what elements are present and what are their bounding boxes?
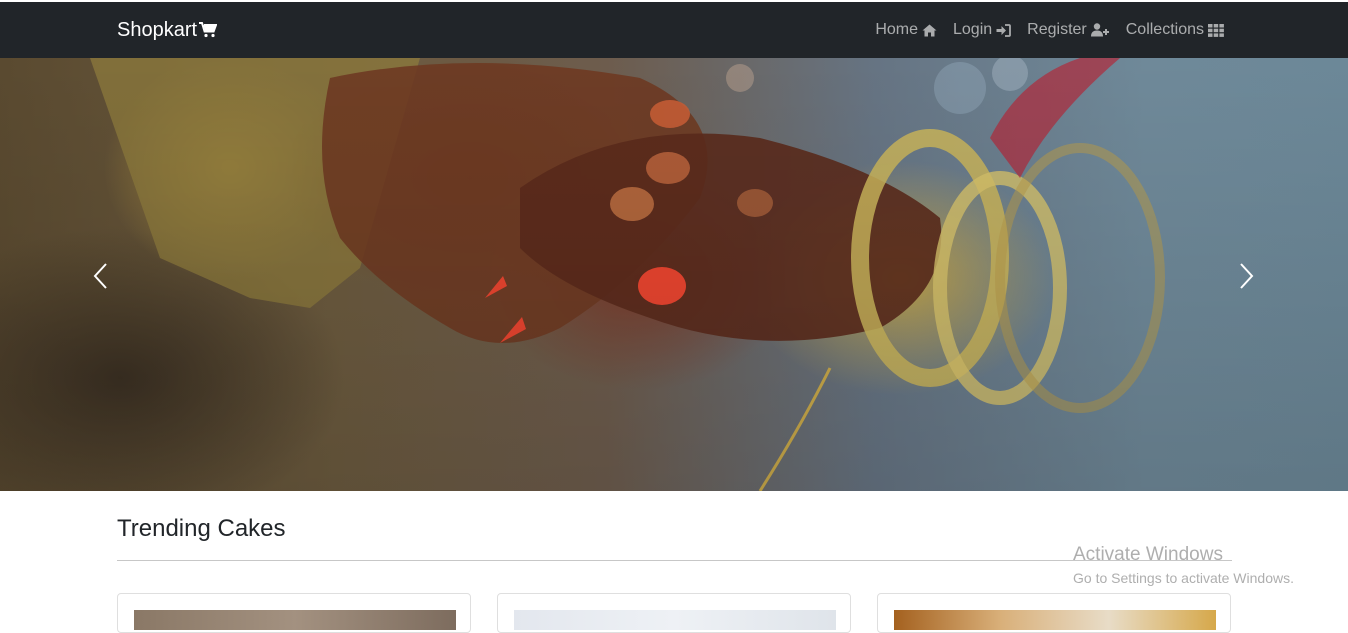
section-divider [117,560,1232,561]
activate-windows-subtitle: Go to Settings to activate Windows. [1073,570,1294,586]
home-icon [922,24,937,37]
nav-home[interactable]: Home [875,19,937,41]
product-image [134,610,456,630]
navbar: Shopkart Home Login Register Collections [0,2,1348,58]
nav-collections[interactable]: Collections [1126,19,1224,41]
chevron-left-icon [92,262,108,290]
product-card[interactable] [877,593,1231,633]
product-card[interactable] [497,593,851,633]
nav-login[interactable]: Login [953,19,1012,41]
carousel-prev-button[interactable] [80,256,120,296]
brand-link[interactable]: Shopkart [117,19,218,41]
product-image [514,610,836,630]
shopping-cart-icon [199,22,218,38]
activate-windows-title: Activate Windows [1073,544,1223,565]
nav-register-label: Register [1027,21,1087,38]
hero-carousel [0,58,1348,491]
carousel-next-button[interactable] [1227,256,1267,296]
sign-in-icon [996,23,1012,37]
nav-links: Home Login Register Collections [875,19,1224,41]
user-plus-icon [1090,23,1110,37]
product-card[interactable] [117,593,471,633]
grid-icon [1208,23,1224,37]
nav-register[interactable]: Register [1027,19,1110,41]
section-title: Trending Cakes [117,515,286,542]
product-image [894,610,1216,630]
brand-name: Shopkart [117,19,198,41]
chevron-right-icon [1239,262,1255,290]
nav-home-label: Home [875,21,918,38]
nav-login-label: Login [953,21,993,38]
hero-overlay [0,58,1348,491]
nav-collections-label: Collections [1125,21,1204,38]
